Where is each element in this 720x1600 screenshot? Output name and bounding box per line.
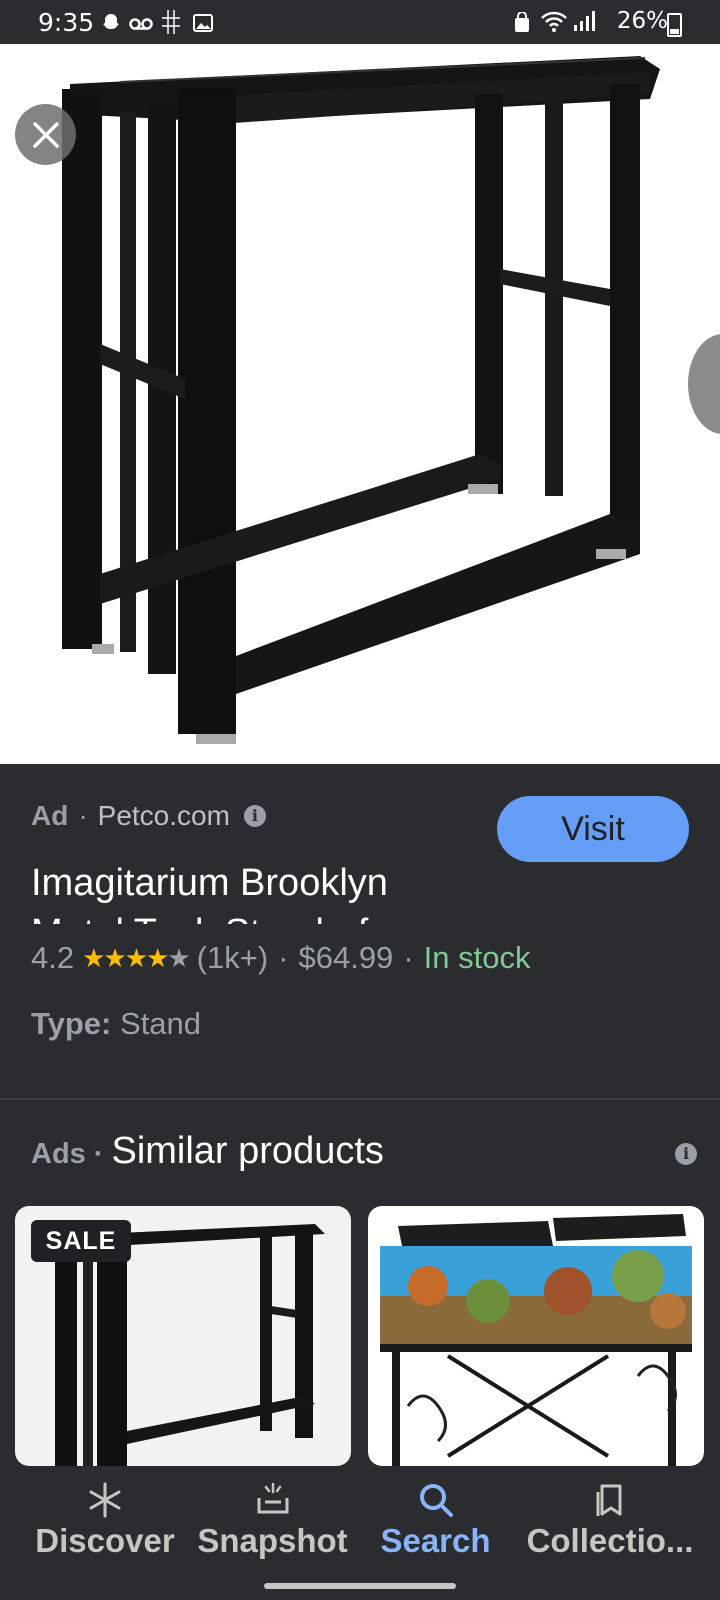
close-icon	[32, 121, 59, 148]
product-title[interactable]: Imagitarium Brooklyn Metal Tank Stand - …	[31, 858, 471, 924]
separator-dot: ·	[278, 940, 289, 975]
product-type: Type: Stand	[31, 1006, 201, 1042]
info-icon[interactable]: i	[243, 805, 266, 827]
nav-snapshot[interactable]: Snapshot	[195, 1476, 350, 1560]
home-indicator[interactable]	[264, 1583, 456, 1589]
nav-label-discover: Discover	[35, 1522, 175, 1559]
separator-dot: ·	[93, 1138, 104, 1170]
nav-search[interactable]: Search	[373, 1476, 498, 1560]
snapshot-icon	[257, 1482, 288, 1514]
ad-label: Ad	[31, 800, 69, 831]
nav-label-collections: Collectio...	[526, 1522, 694, 1559]
snapchat-icon	[103, 14, 119, 29]
signal-icon	[574, 11, 595, 31]
nav-collections[interactable]: Collectio...	[520, 1476, 700, 1560]
wifi-icon	[541, 11, 567, 32]
gallery-icon	[193, 14, 213, 32]
voicemail-icon	[129, 18, 153, 30]
type-key: Type:	[31, 1006, 112, 1041]
status-bar: 9:35 26%	[0, 0, 720, 44]
similar-title: Similar products	[111, 1130, 384, 1172]
rating-value: 4.2	[31, 940, 75, 975]
nav-discover[interactable]: Discover	[30, 1476, 180, 1560]
divider	[0, 1098, 720, 1100]
type-value: Stand	[120, 1006, 202, 1041]
price: $64.99	[298, 940, 394, 975]
rating-stars: ★★★★★	[82, 942, 191, 973]
product-title-text: Imagitarium Brooklyn Metal Tank Stand - …	[31, 862, 402, 924]
sale-badge: SALE	[31, 1220, 131, 1262]
search-icon	[419, 1484, 453, 1517]
similar-card[interactable]	[368, 1206, 704, 1466]
visit-button[interactable]: Visit	[497, 796, 689, 862]
stock-status: In stock	[423, 940, 531, 975]
separator-dot: ·	[78, 800, 88, 831]
separator-dot: ·	[403, 940, 414, 975]
nav-label-snapshot: Snapshot	[197, 1522, 348, 1559]
tictactoe-icon	[162, 10, 180, 34]
review-count: (1k+)	[196, 940, 269, 975]
similar-card[interactable]: SALE	[15, 1206, 351, 1466]
bottom-nav: Discover Snapshot Search Collectio...	[0, 1466, 720, 1600]
similar-info-icon[interactable]: i	[675, 1143, 697, 1165]
ads-label: Ads	[31, 1138, 86, 1170]
status-time: 9:35	[38, 8, 95, 37]
battery-icon	[667, 13, 682, 37]
tank-stand-image	[62, 56, 660, 744]
source-name[interactable]: Petco.com	[98, 800, 230, 832]
product-image[interactable]	[0, 44, 720, 764]
asterisk-icon	[89, 1482, 121, 1518]
ad-source-line: Ad · Petco.com i	[31, 800, 266, 832]
close-button[interactable]	[15, 104, 76, 165]
nav-label-search: Search	[380, 1522, 491, 1559]
product-meta: 4.2 ★★★★★ (1k+) · $64.99 · In stock	[31, 940, 530, 976]
battery-percent: 26%	[616, 8, 668, 34]
collections-icon	[596, 1484, 622, 1516]
similar-header: Ads · Similar products	[31, 1130, 384, 1173]
lock-bag-icon	[515, 12, 529, 32]
similar-card-image	[380, 1214, 692, 1466]
